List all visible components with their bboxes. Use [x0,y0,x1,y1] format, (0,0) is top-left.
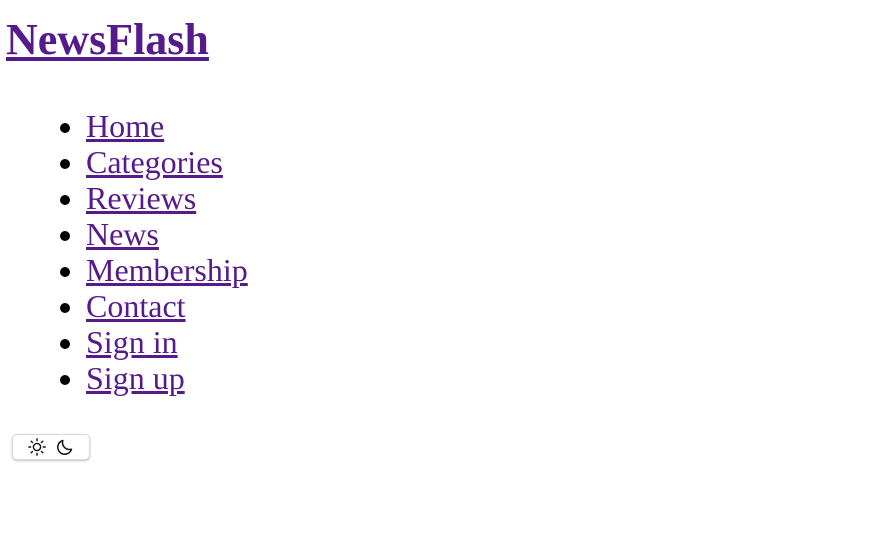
nav-item-home: Home [86,108,248,144]
site-title: NewsFlash [6,12,209,68]
nav-item-news: News [86,216,248,252]
nav-link-categories[interactable]: Categories [86,144,223,180]
nav-link-membership[interactable]: Membership [86,252,248,288]
nav-link-sign-in[interactable]: Sign in [86,324,178,360]
nav-item-contact: Contact [86,288,248,324]
nav-item-reviews: Reviews [86,180,248,216]
theme-toggle-button[interactable] [12,434,90,460]
main-nav: Home Categories Reviews News Membership … [46,108,248,396]
nav-link-news[interactable]: News [86,216,159,252]
nav-item-sign-up: Sign up [86,360,248,396]
nav-item-sign-in: Sign in [86,324,248,360]
nav-link-contact[interactable]: Contact [86,288,186,324]
sun-icon[interactable] [27,437,47,457]
nav-item-membership: Membership [86,252,248,288]
nav-item-categories: Categories [86,144,248,180]
moon-icon[interactable] [55,437,75,457]
nav-link-home[interactable]: Home [86,108,164,144]
site-title-link[interactable]: NewsFlash [6,15,209,64]
nav-link-sign-up[interactable]: Sign up [86,360,185,396]
nav-link-reviews[interactable]: Reviews [86,180,196,216]
